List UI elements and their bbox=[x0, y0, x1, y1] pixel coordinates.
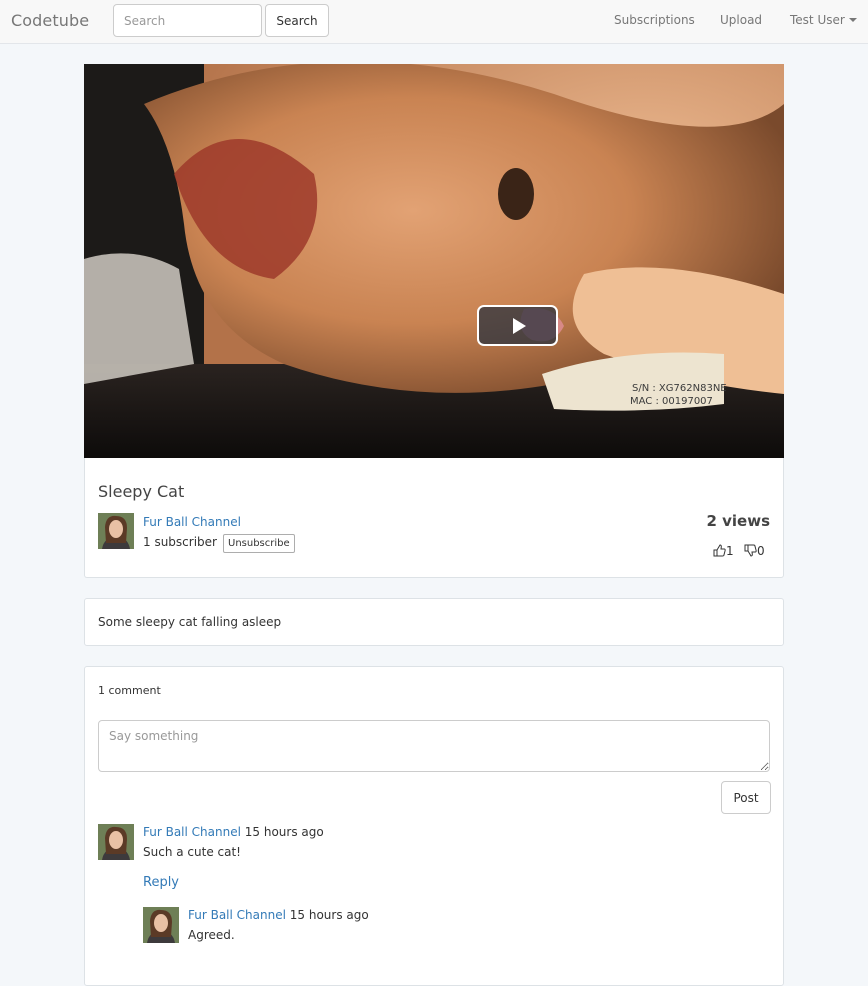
avatar[interactable] bbox=[143, 907, 179, 943]
unsubscribe-button[interactable]: Unsubscribe bbox=[223, 534, 295, 553]
thumbnail-label-sn: S/N : XG762N83NE bbox=[632, 383, 727, 394]
comment-count: 1 comment bbox=[98, 684, 161, 697]
comment-time: 15 hours ago bbox=[244, 825, 324, 839]
video-info-panel: Sleepy Cat Fur Ball Channel 1 subscriber… bbox=[84, 458, 784, 578]
comments-panel: 1 comment Post Fur Ball Channel 15 hours… bbox=[84, 666, 784, 986]
video-player[interactable]: S/N : XG762N83NE MAC : 00197007 bbox=[84, 64, 784, 458]
thumbnail-label-mac: MAC : 00197007 bbox=[630, 396, 713, 407]
like-count: 1 bbox=[726, 544, 734, 558]
post-button[interactable]: Post bbox=[721, 781, 771, 814]
video-thumbnail: S/N : XG762N83NE MAC : 00197007 bbox=[84, 64, 784, 458]
reply-body: Agreed. bbox=[188, 928, 235, 942]
comment-body: Such a cute cat! bbox=[143, 845, 241, 859]
video-description: Some sleepy cat falling asleep bbox=[98, 615, 282, 629]
reply-author-link[interactable]: Fur Ball Channel bbox=[188, 908, 286, 922]
channel-link[interactable]: Fur Ball Channel bbox=[143, 515, 241, 529]
caret-down-icon bbox=[848, 18, 857, 22]
nav-link-subscriptions[interactable]: Subscriptions bbox=[614, 13, 695, 27]
nav-link-upload[interactable]: Upload bbox=[720, 13, 762, 27]
search-button[interactable]: Search bbox=[265, 4, 329, 37]
like-button[interactable]: 1 bbox=[713, 544, 734, 558]
view-count: 2 views bbox=[706, 512, 770, 530]
reply-time: 15 hours ago bbox=[289, 908, 369, 922]
video-title: Sleepy Cat bbox=[98, 482, 185, 501]
dislike-count: 0 bbox=[757, 544, 765, 558]
brand-logo[interactable]: Codetube bbox=[11, 11, 89, 30]
avatar[interactable] bbox=[98, 824, 134, 860]
thumbs-up-icon bbox=[713, 544, 726, 557]
thumbs-down-icon bbox=[744, 544, 757, 557]
reply-meta: Fur Ball Channel 15 hours ago bbox=[188, 908, 369, 922]
user-menu[interactable]: Test User bbox=[790, 13, 857, 27]
play-icon bbox=[513, 318, 526, 334]
subscriber-count: 1 subscriber bbox=[143, 535, 217, 549]
description-panel: Some sleepy cat falling asleep bbox=[84, 598, 784, 646]
navbar: Codetube Search Subscriptions Upload Tes… bbox=[0, 0, 868, 44]
avatar[interactable] bbox=[98, 513, 134, 549]
comment-input[interactable] bbox=[98, 720, 770, 772]
comment-author-link[interactable]: Fur Ball Channel bbox=[143, 825, 241, 839]
reply-link[interactable]: Reply bbox=[143, 875, 179, 890]
search-input[interactable] bbox=[113, 4, 262, 37]
user-menu-label: Test User bbox=[790, 13, 845, 27]
comment-meta: Fur Ball Channel 15 hours ago bbox=[143, 825, 324, 839]
play-button[interactable] bbox=[477, 305, 558, 346]
dislike-button[interactable]: 0 bbox=[744, 544, 765, 558]
